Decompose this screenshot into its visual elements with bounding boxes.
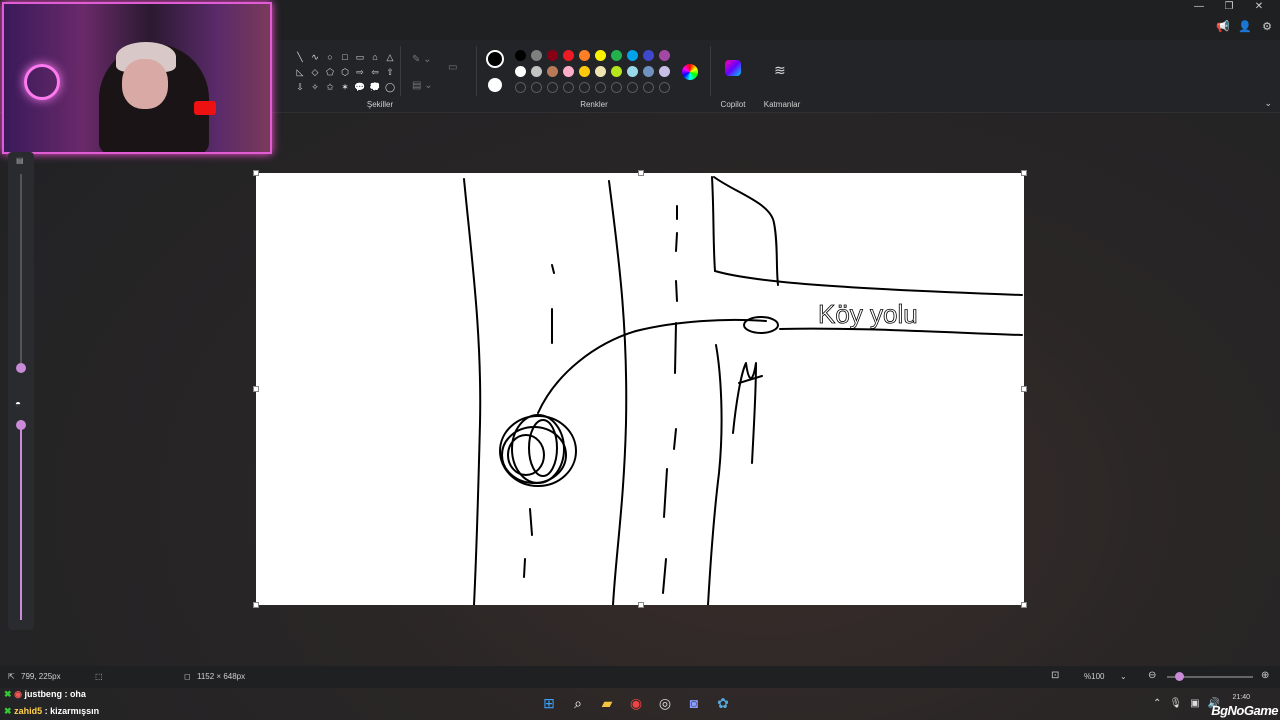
resize-handle-r[interactable] <box>1021 386 1027 392</box>
resize-handle-b[interactable] <box>638 602 644 608</box>
brush-size-panel: ▤ ◓ <box>8 152 34 630</box>
road-edge-middle <box>608 180 628 606</box>
resize-handle-l[interactable] <box>253 386 259 392</box>
zoom-slider-thumb[interactable] <box>1175 672 1184 681</box>
canvas-size-icon: ◻ <box>184 672 191 681</box>
search-icon[interactable]: ⌕ <box>569 694 587 712</box>
microphone-icon[interactable]: 🎙 <box>1169 698 1182 709</box>
cursor-icon: ⇱ <box>8 672 15 681</box>
stream-chat: ✖ ◉ justbeng : oha ✖ zahid5 : kizarmışsı… <box>4 686 99 720</box>
ribbon-collapse-icon[interactable]: ⌄ <box>1264 98 1272 109</box>
settings-icon[interactable]: ⚙ <box>1260 20 1274 34</box>
colors-group: Renkler <box>480 40 708 112</box>
streamer-face <box>122 59 168 109</box>
discord-icon[interactable]: ◙ <box>685 694 703 712</box>
copilot-group[interactable]: Copilot <box>714 40 752 112</box>
maximize-button[interactable]: ❐ <box>1214 0 1244 14</box>
window-controls: — ❐ ✕ <box>1184 0 1274 14</box>
road-edge-left <box>463 178 482 606</box>
chat-message: ✖ zahid5 : kizarmışsın <box>4 706 100 716</box>
canvas-drawing: Köy yolu <box>463 176 1023 606</box>
resize-handle-bl[interactable] <box>253 602 259 608</box>
account-icon[interactable]: 👤 <box>1238 20 1252 34</box>
system-tray: ⌃ 🎙 ▣ 🔊 <box>1153 698 1220 709</box>
feedback-icon[interactable]: 📢 <box>1216 20 1230 34</box>
zoom-level[interactable]: %100 <box>1084 672 1104 681</box>
chat-text: kizarmışsın <box>50 706 100 716</box>
top-icons: 📢 👤 ⚙ <box>1216 20 1274 34</box>
zoom-in-icon[interactable]: ⊕ <box>1261 670 1269 681</box>
cursor-position: 799, 225px <box>21 672 61 681</box>
fit-screen-icon[interactable]: ⊡ <box>1051 670 1059 681</box>
resize-handle-tl[interactable] <box>253 170 259 176</box>
file-explorer-icon[interactable]: ▰ <box>598 694 616 712</box>
taskbar: ⊞ ⌕ ▰ ◉ ◎ ◙ ✿ <box>540 694 732 712</box>
copilot-icon[interactable] <box>725 60 741 76</box>
zoom-out-icon[interactable]: ⊖ <box>1148 670 1156 681</box>
obs-icon[interactable]: ◎ <box>656 694 674 712</box>
opacity-slider-track[interactable] <box>20 420 22 620</box>
selection-icon: ⬚ <box>95 672 103 681</box>
channel-watermark: BgNoGame <box>1211 703 1278 718</box>
shapes-group: Şekiller <box>290 40 470 112</box>
close-button[interactable]: ✕ <box>1244 0 1274 14</box>
zoom-dropdown-icon[interactable]: ⌄ <box>1120 672 1127 681</box>
opacity-slider-thumb[interactable] <box>16 420 26 430</box>
copilot-label: Copilot <box>720 100 746 109</box>
resize-handle-br[interactable] <box>1021 602 1027 608</box>
chat-badge-icon: ✖ <box>4 689 12 699</box>
layers-group[interactable]: ≋ Katmanlar <box>758 40 806 112</box>
chat-user: justbeng <box>24 689 62 699</box>
chat-user: zahid5 <box>14 706 43 716</box>
drawing-canvas[interactable]: Köy yolu <box>253 170 1027 608</box>
microphone <box>194 101 216 115</box>
size-slider-thumb[interactable] <box>16 363 26 373</box>
canvas-size: 1152 × 648px <box>197 672 246 681</box>
divider <box>710 46 711 96</box>
resize-handle-t[interactable] <box>638 170 644 176</box>
chat-badge-icon: ◉ <box>14 689 22 699</box>
status-bar: ⇱ 799, 225px ⬚ ◻ 1152 × 648px ⊡ %100 ⌄ ⊖… <box>0 666 1280 688</box>
windows-start-icon[interactable]: ⊞ <box>540 694 558 712</box>
chrome-icon[interactable]: ◉ <box>627 694 645 712</box>
paint-icon[interactable]: ✿ <box>714 694 732 712</box>
resize-handle-tr[interactable] <box>1021 170 1027 176</box>
chat-text: oha <box>69 689 86 699</box>
divider <box>476 46 477 96</box>
neon-moon-light <box>24 64 60 100</box>
colors-label: Renkler <box>580 100 608 109</box>
layers-icon[interactable]: ≋ <box>774 62 786 79</box>
chat-message: ✖ ◉ justbeng : oha <box>4 689 86 699</box>
size-icon: ▤ <box>16 156 24 165</box>
tray-expand-icon[interactable]: ⌃ <box>1153 698 1161 709</box>
webcam-overlay <box>2 2 272 154</box>
opacity-icon: ◓ <box>15 399 22 410</box>
layers-label: Katmanlar <box>763 100 801 109</box>
minimize-button[interactable]: — <box>1184 0 1214 14</box>
shapes-label: Şekiller <box>366 100 394 109</box>
size-slider-track[interactable] <box>20 174 22 369</box>
taskbar-clock[interactable]: 21:40 <box>1232 694 1250 701</box>
network-icon[interactable]: ▣ <box>1190 698 1199 709</box>
canvas-handwritten-text: Köy yolu <box>818 299 918 329</box>
chat-badge-icon: ✖ <box>4 706 12 716</box>
